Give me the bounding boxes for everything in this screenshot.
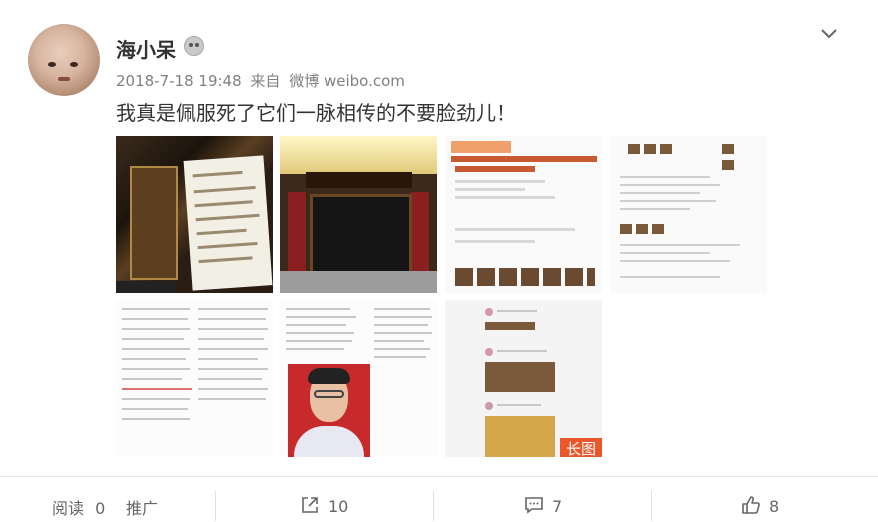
- source-prefix: 来自: [250, 72, 281, 90]
- share-icon: [302, 497, 318, 513]
- image-thumb[interactable]: [280, 300, 437, 457]
- image-thumb[interactable]: [610, 136, 767, 293]
- long-image-badge: 长图: [560, 438, 602, 457]
- read-count: 阅读 0: [52, 495, 105, 519]
- promote-button[interactable]: 推广: [126, 495, 158, 519]
- weibo-post-card: 海小呆 2018-7-18 19:48 来自 微博 weibo.com 我真是佩…: [0, 0, 878, 522]
- read-value: 0: [95, 499, 106, 518]
- author-name[interactable]: 海小呆: [116, 34, 176, 63]
- post-source[interactable]: 微博 weibo.com: [289, 72, 405, 90]
- action-bar: 阅读 0 推广 10 7 8: [0, 476, 878, 522]
- share-button[interactable]: 10: [300, 495, 348, 516]
- post-text: 我真是佩服死了它们一脉相传的不要脸劲儿！: [116, 101, 516, 125]
- image-thumb[interactable]: [116, 300, 273, 457]
- image-thumb[interactable]: 长图: [445, 300, 602, 457]
- avatar[interactable]: [28, 24, 100, 96]
- read-label: 阅读: [52, 499, 85, 518]
- image-thumb[interactable]: [445, 136, 602, 293]
- like-button[interactable]: 8: [741, 495, 779, 516]
- like-count: 8: [769, 497, 780, 516]
- verified-badge-icon: [184, 36, 204, 56]
- share-count: 10: [328, 497, 349, 516]
- image-thumb[interactable]: [116, 136, 273, 293]
- image-thumb[interactable]: [280, 136, 437, 293]
- comment-icon: [525, 497, 543, 514]
- comment-count: 7: [552, 497, 563, 516]
- like-icon: [742, 496, 760, 514]
- post-meta: 2018-7-18 19:48 来自 微博 weibo.com: [116, 70, 409, 91]
- post-time[interactable]: 2018-7-18 19:48: [116, 72, 242, 90]
- comment-button[interactable]: 7: [524, 495, 562, 516]
- chevron-down-icon[interactable]: [820, 26, 838, 40]
